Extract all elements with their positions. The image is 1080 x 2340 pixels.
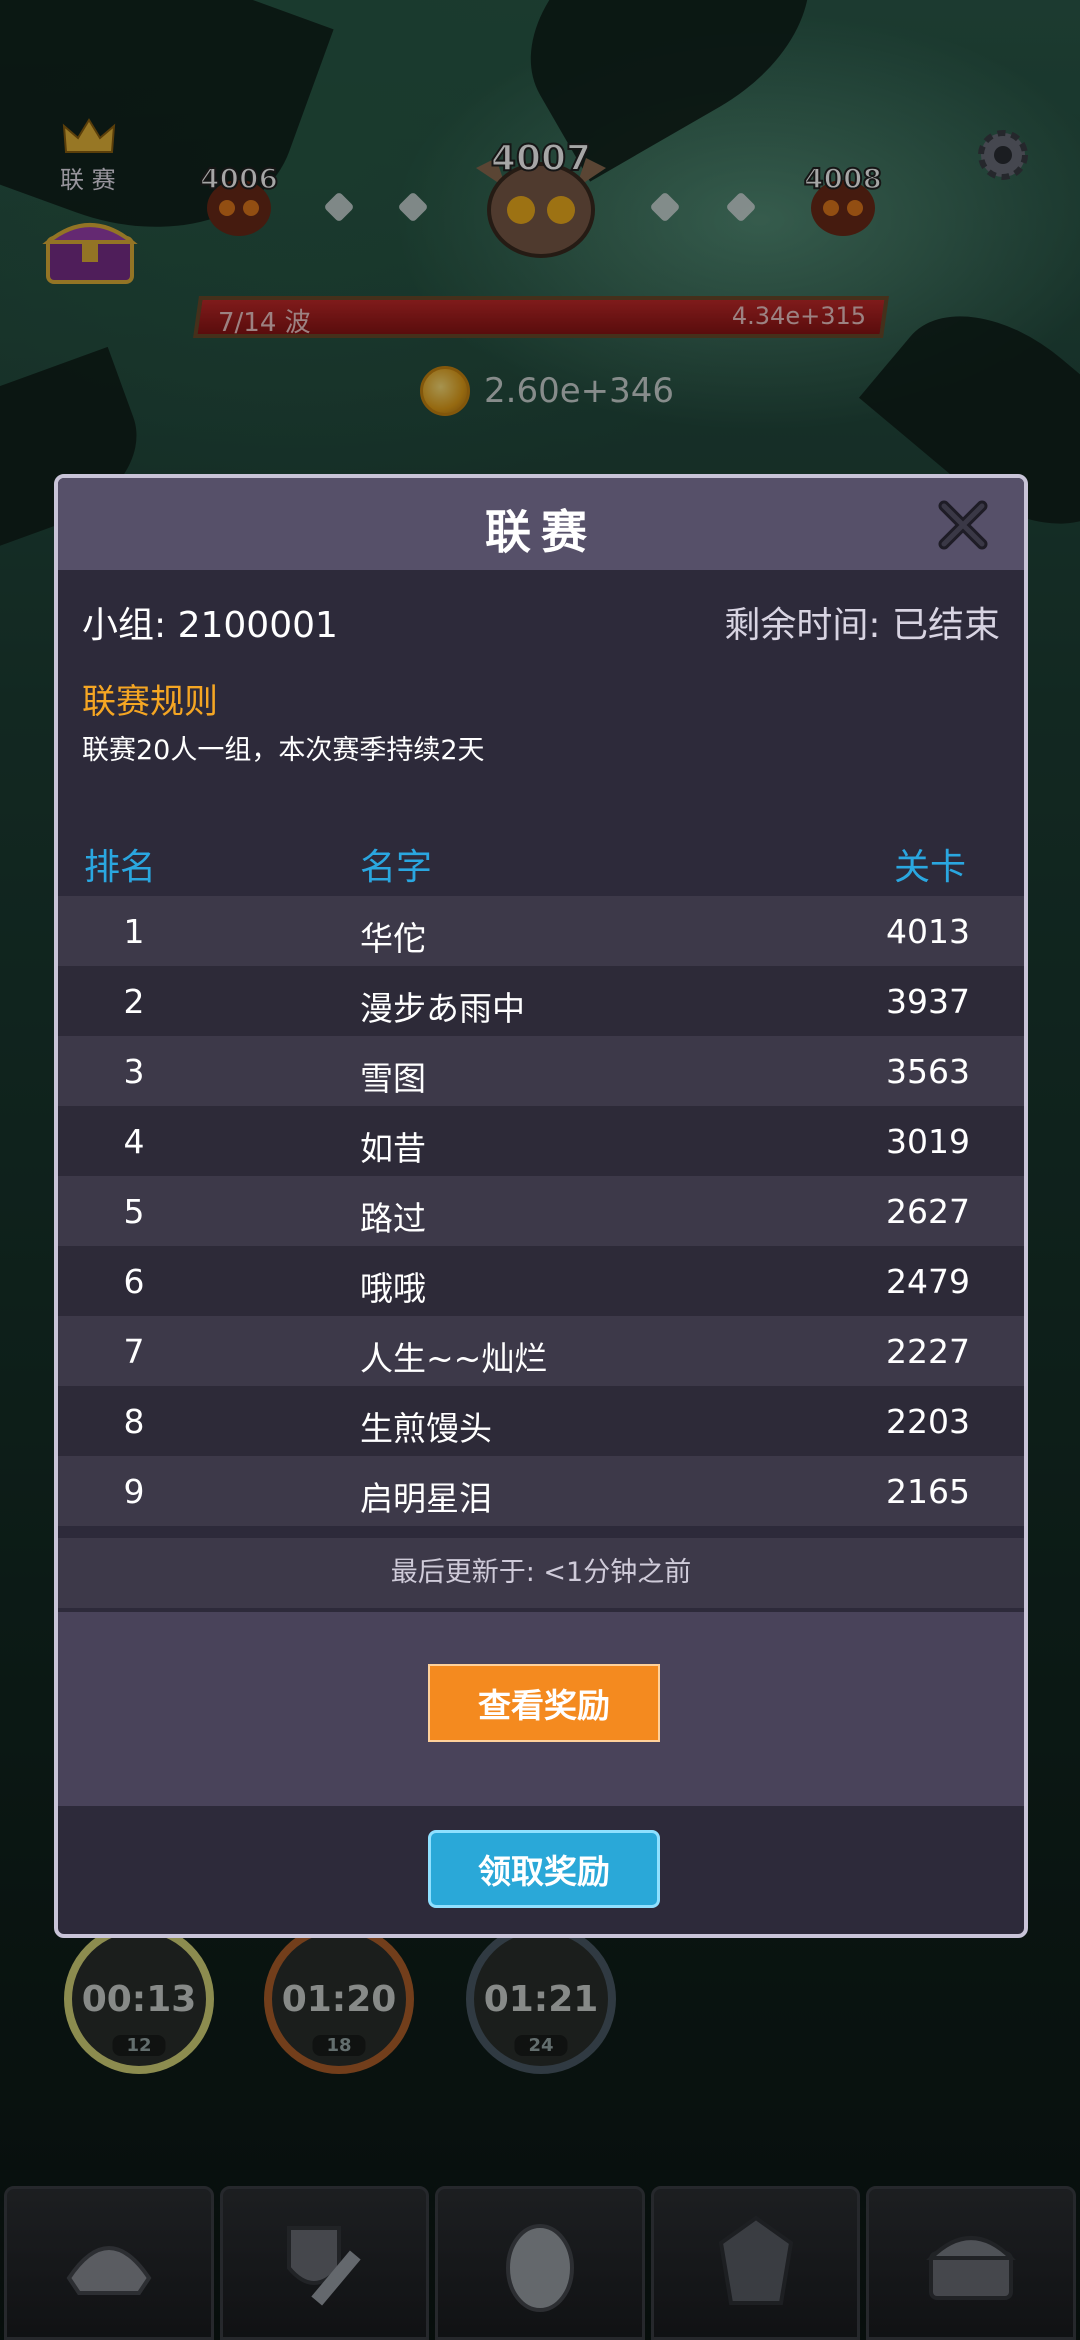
- league-dialog: 联赛 小组: 2100001 剩余时间: 已结束 联赛规则 联赛20人一组，本次…: [54, 474, 1028, 1938]
- level-cell: 2203: [886, 1402, 970, 1441]
- dialog-title: 联赛: [485, 505, 597, 559]
- column-header-name: 名字: [360, 847, 433, 888]
- rank-cell: 5: [123, 1192, 145, 1231]
- table-row: 5 路过 2627: [58, 1176, 1024, 1246]
- dialog-header: 联赛: [58, 478, 1024, 570]
- rank-cell: 8: [123, 1402, 145, 1441]
- rank-cell: 1: [123, 912, 145, 951]
- name-cell: 人生~~灿烂: [360, 1339, 548, 1378]
- ranking-list[interactable]: 1 华佗 4013 2 漫步あ雨中 3937 3 雪图 3563 4 如昔 3019 5 路过 26…: [58, 896, 1024, 1526]
- level-cell: 2479: [886, 1262, 970, 1301]
- table-row: 2 漫步あ雨中 3937: [58, 966, 1024, 1036]
- rank-cell: 6: [123, 1262, 145, 1301]
- rules-description: 联赛20人一组，本次赛季持续2天: [82, 735, 485, 766]
- level-cell: 2227: [886, 1332, 970, 1371]
- table-row: 9 启明星泪 2165: [58, 1456, 1024, 1526]
- name-cell: 路过: [360, 1199, 426, 1238]
- rank-cell: 3: [123, 1052, 145, 1091]
- remaining-time: 剩余时间: 已结束: [724, 605, 1000, 646]
- view-rewards-button[interactable]: 查看奖励: [428, 1664, 660, 1742]
- level-cell: 3019: [886, 1122, 970, 1161]
- rules-title: 联赛规则: [82, 682, 218, 722]
- table-row: 6 哦哦 2479: [58, 1246, 1024, 1316]
- rank-cell: 2: [123, 982, 145, 1021]
- name-cell: 漫步あ雨中: [360, 989, 525, 1028]
- name-cell: 生煎馒头: [360, 1409, 492, 1448]
- close-icon[interactable]: [936, 498, 990, 552]
- table-row: 4 如昔 3019: [58, 1106, 1024, 1176]
- rank-cell: 9: [123, 1472, 145, 1511]
- name-cell: 华佗: [360, 919, 426, 958]
- level-cell: 2627: [886, 1192, 970, 1231]
- table-header: 排名 名字 关卡: [58, 830, 1024, 890]
- level-cell: 3563: [886, 1052, 970, 1091]
- group-id: 小组: 2100001: [82, 605, 338, 646]
- table-row: 1 华佗 4013: [58, 896, 1024, 966]
- rank-cell: 4: [123, 1122, 145, 1161]
- group-info-row: 小组: 2100001 剩余时间: 已结束: [82, 596, 1000, 648]
- column-header-rank: 排名: [84, 847, 157, 888]
- table-row: 7 人生~~灿烂 2227: [58, 1316, 1024, 1386]
- name-cell: 雪图: [360, 1059, 426, 1098]
- table-row: 8 生煎馒头 2203: [58, 1386, 1024, 1456]
- column-header-level: 关卡: [893, 847, 966, 888]
- level-cell: 3937: [886, 982, 970, 1021]
- rank-cell: 7: [123, 1332, 145, 1371]
- name-cell: 如昔: [360, 1129, 426, 1168]
- level-cell: 2165: [886, 1472, 970, 1511]
- last-update-text: 最后更新于: <1分钟之前: [58, 1538, 1024, 1608]
- claim-rewards-button[interactable]: 领取奖励: [428, 1830, 660, 1908]
- level-cell: 4013: [886, 912, 970, 951]
- table-row: 3 雪图 3563: [58, 1036, 1024, 1106]
- name-cell: 启明星泪: [360, 1479, 492, 1518]
- name-cell: 哦哦: [360, 1269, 426, 1308]
